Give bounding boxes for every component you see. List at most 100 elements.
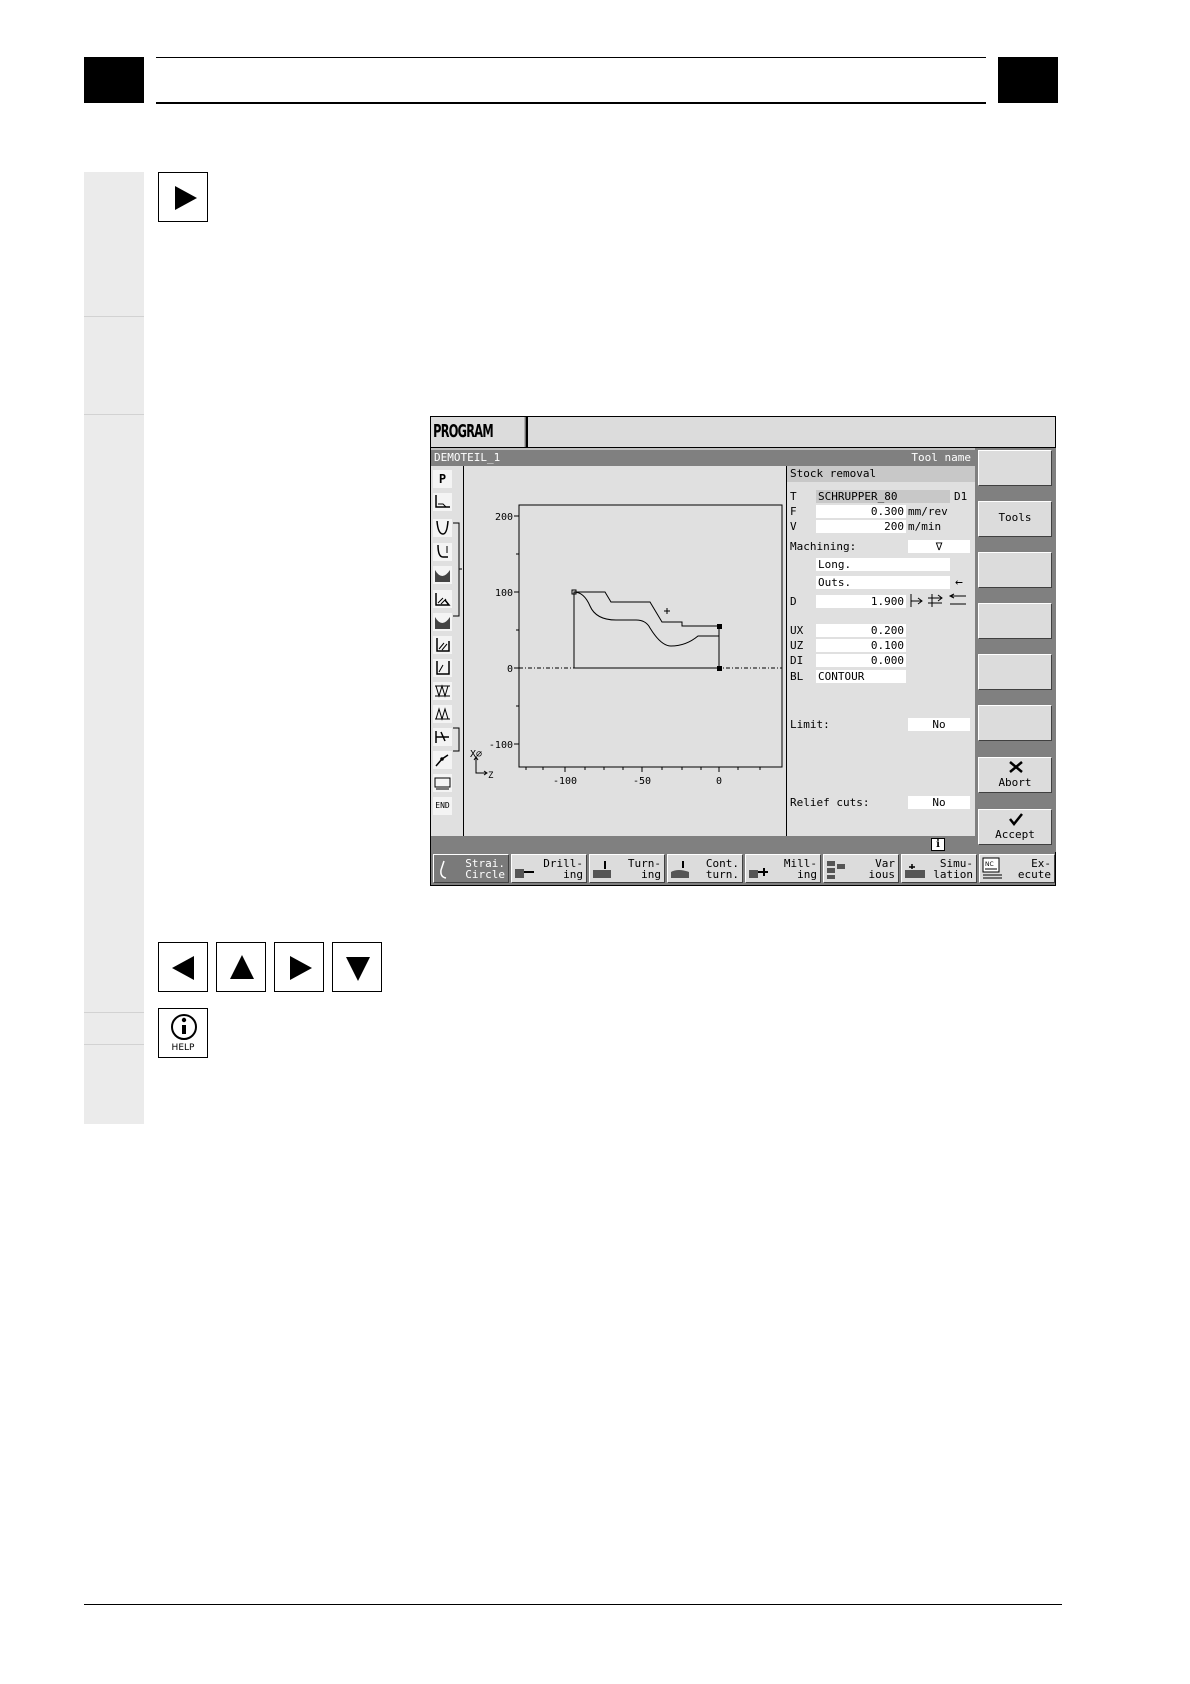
x-tick-minus-50: -50 [633,776,651,787]
straight-circle-icon [440,860,447,879]
y-tick-200: 200 [495,512,513,523]
cross-icon [1009,761,1023,773]
simulation-softkey[interactable]: Simu-lation [901,854,977,883]
up-arrow-key[interactable] [216,942,266,992]
feed-unit: mm/rev [908,505,948,518]
y-tick-minus-100: -100 [489,740,513,751]
svg-text:NC: NC [985,861,994,868]
cycle-brackets [453,522,462,752]
speed-unit: m/min [908,520,942,533]
accept-button[interactable]: Accept [978,809,1052,845]
param-t-label: T [790,490,797,503]
machining-label: Machining: [790,540,857,553]
vsk-1-button[interactable] [978,450,1052,486]
arrow-left-icon [172,956,194,980]
tool-edge-label: D1 [954,490,968,503]
play-right-icon [175,186,197,210]
position-field[interactable]: Outs. [816,576,950,589]
plot-frame [518,504,783,768]
interruption-field[interactable]: 0.000 [816,654,906,667]
feed-field[interactable]: 0.300 [816,505,906,518]
limit-label: Limit: [790,718,830,731]
vsk-5-button[interactable] [978,654,1052,690]
header-block-right [998,57,1058,103]
allowance-x-field[interactable]: 0.200 [816,624,906,637]
param-ux-label: UX [790,624,804,637]
cycle-stock-icon[interactable] [433,493,452,511]
contour-turning-softkey[interactable]: Cont. turn. [667,854,743,883]
blank-outline [573,591,720,669]
allowance-z-field[interactable]: 0.100 [816,639,906,652]
tools-button[interactable]: Tools [978,501,1052,537]
program-name: DEMOTEIL_1 [434,451,501,464]
hmi-screen: PROGRAM DEMOTEIL_1 Tool name P END 200 1… [430,416,1056,886]
right-arrow-key-2[interactable] [274,942,324,992]
speed-field[interactable]: 200 [816,520,906,533]
cycle-thread-icon[interactable] [433,636,452,654]
program-title-bar: DEMOTEIL_1 Tool name [431,450,975,466]
tool-field[interactable]: SCHRUPPER_80 [816,490,950,503]
down-arrow-key[interactable] [332,942,382,992]
y-tick-100: 100 [495,588,513,599]
cycle-groove-icon[interactable] [433,519,452,537]
help-key[interactable]: HELP [158,1008,208,1058]
param-bl-label: BL [790,670,804,683]
footer-rule [84,1604,1062,1605]
arrow-down-icon [346,957,370,981]
infeed-mode-icons [910,593,966,607]
cycle-cutoff-icon[interactable] [433,728,452,746]
contour-turning-icon [671,861,689,878]
limit-field[interactable]: No [908,718,970,731]
infeed-depth-field[interactable]: 1.900 [816,595,906,608]
param-v-label: V [790,520,797,533]
turning-icon [593,861,611,878]
cycle-thread-2-icon[interactable] [433,659,452,677]
info-icon[interactable]: i [931,838,945,851]
contour-plot: 200 100 0 -100 -100 -50 0 X∅ Z [470,504,783,787]
machining-field[interactable]: ∇ [908,540,970,553]
vsk-4-button[interactable] [978,603,1052,639]
execute-softkey[interactable]: NC Ex-ecute [979,854,1055,883]
cycle-undercut-3-icon[interactable] [433,613,452,631]
cycle-contour-icon[interactable] [433,751,452,769]
checkmark-icon [1009,813,1023,826]
margin-bar [84,172,144,1124]
various-softkey[interactable]: Var ious [823,854,899,883]
cycle-undercut-icon[interactable] [433,566,452,584]
param-di-label: DI [790,654,804,667]
contour-corner-marker [717,666,722,671]
milling-icon [749,868,768,878]
cycle-blank-icon[interactable] [433,774,452,792]
work-area: P END 200 100 0 -100 -100 -50 0 X∅ Z Sto… [431,466,975,836]
operating-mode: PROGRAM [431,417,526,448]
vsk-3-button[interactable] [978,552,1052,588]
header-rule-top [156,57,986,58]
blank-field[interactable]: CONTOUR [816,670,906,683]
cycle-end-icon[interactable]: END [433,797,452,815]
cycle-thread-3-icon[interactable] [433,682,452,700]
arrow-right-icon [290,956,312,980]
cycle-thread-4-icon[interactable] [433,705,452,723]
x-axis-ticks [525,767,761,772]
param-d-label: D [790,595,797,608]
abort-button[interactable]: Abort [978,757,1052,793]
straight-circle-softkey[interactable]: Strai. Circle [433,854,509,883]
screen-top-bar: PROGRAM [431,417,1055,448]
vsk-6-button[interactable] [978,705,1052,741]
arrow-up-icon [230,955,254,979]
cycle-undercut-2-icon[interactable] [433,590,452,608]
drilling-softkey[interactable]: Drill-ing [511,854,587,883]
status-line: i [431,836,975,852]
right-arrow-key[interactable] [158,172,208,222]
header-rule-bottom [156,102,986,104]
cycle-program-icon[interactable]: P [433,470,452,488]
relief-cuts-field[interactable]: No [908,796,970,809]
param-uz-label: UZ [790,639,804,652]
contour-end-marker [717,624,722,629]
turning-softkey[interactable]: Turn-ing [589,854,665,883]
cycle-groove-2-icon[interactable] [433,543,452,561]
milling-softkey[interactable]: Mill-ing [745,854,821,883]
left-arrow-key[interactable] [158,942,208,992]
direction-field[interactable]: Long. [816,558,950,571]
cycle-heading: Stock removal [787,466,975,482]
